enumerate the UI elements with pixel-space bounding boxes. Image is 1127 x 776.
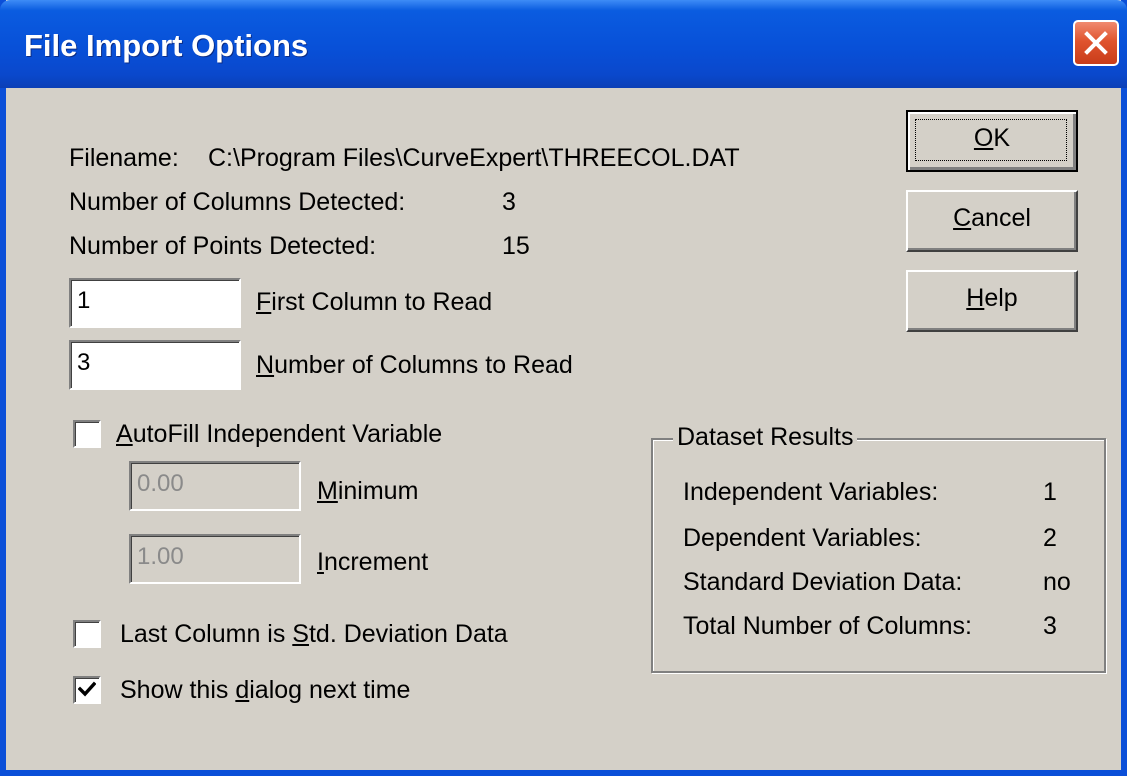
show-dialog-label[interactable]: Show this dialog next time: [120, 676, 410, 705]
title-bar[interactable]: File Import Options: [0, 0, 1127, 88]
ok-button-key: O: [973, 124, 994, 152]
window-title: File Import Options: [24, 28, 309, 63]
first-column-label: First Column to Read: [256, 288, 492, 317]
cancel-button-key: C: [953, 204, 972, 232]
increment-input[interactable]: 1.00: [129, 534, 301, 584]
show-dialog-checkbox[interactable]: [73, 676, 101, 704]
dialog-client-area: Filename: C:\Program Files\CurveExpert\T…: [6, 88, 1121, 770]
independent-variables-label: Independent Variables:: [683, 478, 939, 506]
last-column-std-label-rest: td. Deviation Data: [308, 620, 508, 648]
file-import-options-dialog: File Import Options Filename: C:\Program…: [0, 0, 1127, 776]
first-column-input[interactable]: 1: [69, 278, 241, 328]
num-columns-label-key: N: [256, 351, 275, 379]
minimum-label-rest: inimum: [337, 477, 419, 505]
autofill-label-key: A: [116, 420, 133, 448]
columns-detected-label: Number of Columns Detected:: [69, 188, 406, 216]
autofill-label[interactable]: AutoFill Independent Variable: [116, 420, 442, 449]
help-button[interactable]: Help: [906, 270, 1078, 332]
autofill-label-rest: utoFill Independent Variable: [132, 420, 443, 448]
autofill-checkbox[interactable]: [73, 420, 101, 448]
help-button-rest: elp: [984, 284, 1018, 312]
last-column-std-checkbox[interactable]: [73, 620, 101, 648]
ok-button[interactable]: OK: [906, 110, 1078, 172]
minimum-label: Minimum: [317, 477, 418, 506]
first-column-label-rest: irst Column to Read: [271, 288, 493, 316]
increment-label-rest: ncrement: [323, 548, 429, 576]
total-columns-label: Total Number of Columns:: [683, 612, 973, 640]
std-deviation-data-value: no: [1043, 568, 1071, 596]
last-column-std-label[interactable]: Last Column is Std. Deviation Data: [120, 620, 508, 649]
dataset-results-title: Dataset Results: [673, 423, 858, 452]
last-column-std-label-pre: Last Column is: [120, 620, 293, 648]
show-dialog-label-rest: ialog next time: [249, 676, 411, 704]
increment-label-key: I: [317, 548, 324, 576]
first-column-label-key: F: [256, 288, 272, 316]
cancel-button-rest: ancel: [971, 204, 1031, 232]
ok-button-rest: K: [993, 124, 1011, 152]
num-columns-input[interactable]: 3: [69, 340, 241, 390]
show-dialog-label-key: d: [235, 676, 250, 704]
help-button-label: Help: [908, 284, 1076, 313]
minimum-input[interactable]: 0.00: [129, 461, 301, 511]
filename-value: C:\Program Files\CurveExpert\THREECOL.DA…: [208, 144, 740, 172]
std-deviation-data-label: Standard Deviation Data:: [683, 568, 963, 596]
num-columns-label-rest: umber of Columns to Read: [274, 351, 573, 379]
minimum-label-key: M: [317, 477, 338, 505]
filename-label: Filename:: [69, 144, 179, 172]
ok-button-label: OK: [908, 124, 1076, 153]
show-dialog-label-pre: Show this: [120, 676, 236, 704]
close-button[interactable]: [1073, 20, 1119, 66]
last-column-std-label-key: S: [292, 620, 309, 648]
checkmark-icon: [78, 681, 96, 697]
dataset-results-group: Dataset Results Independent Variables: 1…: [651, 423, 1106, 673]
dependent-variables-label: Dependent Variables:: [683, 524, 922, 552]
points-detected-value: 15: [502, 232, 530, 260]
independent-variables-value: 1: [1043, 478, 1057, 506]
dependent-variables-value: 2: [1043, 524, 1057, 552]
cancel-button-label: Cancel: [908, 204, 1076, 233]
close-icon: [1084, 31, 1108, 55]
increment-label: Increment: [317, 548, 428, 577]
cancel-button[interactable]: Cancel: [906, 190, 1078, 252]
help-button-key: H: [966, 284, 985, 312]
columns-detected-value: 3: [502, 188, 516, 216]
num-columns-label: Number of Columns to Read: [256, 351, 573, 380]
points-detected-label: Number of Points Detected:: [69, 232, 377, 260]
total-columns-value: 3: [1043, 612, 1057, 640]
